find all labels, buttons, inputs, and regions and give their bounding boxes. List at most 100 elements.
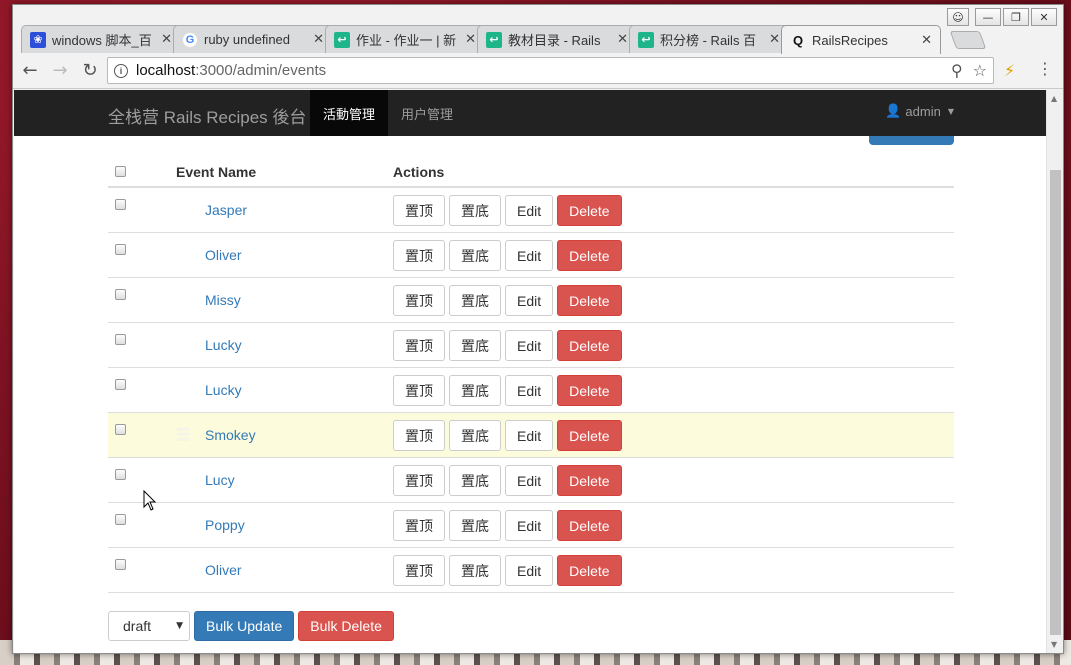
drag-handle-icon[interactable]: ☰	[176, 380, 190, 399]
close-icon[interactable]: ✕	[921, 33, 932, 48]
drag-handle-icon[interactable]: ☰	[176, 560, 190, 579]
event-name-link[interactable]: Smokey	[205, 427, 256, 443]
drag-handle-icon[interactable]: ☰	[176, 245, 190, 264]
event-name-link[interactable]: Oliver	[205, 247, 242, 263]
edit-button[interactable]: Edit	[505, 285, 554, 316]
delete-button[interactable]: Delete	[557, 555, 622, 586]
reload-icon[interactable]: ↻	[77, 58, 103, 84]
drag-handle-icon[interactable]: ☰	[176, 470, 190, 489]
brand-link[interactable]: 全栈营 Rails Recipes 後台	[108, 103, 306, 128]
move-bottom-button[interactable]: 置底	[449, 465, 501, 496]
delete-button[interactable]: Delete	[557, 240, 622, 271]
extension-icon[interactable]: ⚡	[1004, 61, 1015, 80]
move-top-button[interactable]: 置顶	[393, 465, 445, 496]
row-checkbox[interactable]	[115, 289, 126, 300]
row-checkbox[interactable]	[115, 559, 126, 570]
delete-button[interactable]: Delete	[557, 330, 622, 361]
nav-item-users[interactable]: 用户管理	[388, 90, 466, 136]
close-icon[interactable]: ✕	[769, 32, 780, 47]
move-top-button[interactable]: 置顶	[393, 285, 445, 316]
move-bottom-button[interactable]: 置底	[449, 330, 501, 361]
close-window-icon[interactable]: ✕	[1031, 8, 1057, 26]
edit-button[interactable]: Edit	[505, 555, 554, 586]
row-checkbox[interactable]	[115, 424, 126, 435]
scrollbar[interactable]: ▲ ▼	[1046, 90, 1063, 653]
user-dropdown[interactable]: 👤 admin ▼	[885, 104, 954, 119]
menu-icon[interactable]: ⋮	[1037, 59, 1053, 78]
event-name-link[interactable]: Poppy	[205, 517, 245, 533]
delete-button[interactable]: Delete	[557, 465, 622, 496]
move-bottom-button[interactable]: 置底	[449, 420, 501, 451]
move-top-button[interactable]: 置顶	[393, 330, 445, 361]
event-name-link[interactable]: Lucy	[205, 472, 235, 488]
move-top-button[interactable]: 置顶	[393, 510, 445, 541]
row-checkbox[interactable]	[115, 514, 126, 525]
edit-button[interactable]: Edit	[505, 465, 554, 496]
move-bottom-button[interactable]: 置底	[449, 195, 501, 226]
select-all-checkbox[interactable]	[115, 166, 126, 177]
drag-handle-icon[interactable]: ☰	[176, 515, 190, 534]
new-event-button-partial[interactable]	[869, 136, 954, 145]
edit-button[interactable]: Edit	[505, 240, 554, 271]
move-top-button[interactable]: 置顶	[393, 420, 445, 451]
zoom-icon[interactable]: ⚲	[951, 61, 963, 80]
move-top-button[interactable]: 置顶	[393, 195, 445, 226]
row-checkbox[interactable]	[115, 244, 126, 255]
move-bottom-button[interactable]: 置底	[449, 375, 501, 406]
row-checkbox[interactable]	[115, 199, 126, 210]
drag-handle-icon[interactable]: ☰	[176, 290, 190, 309]
bulk-delete-button[interactable]: Bulk Delete	[298, 611, 394, 641]
minimize-icon[interactable]: —	[975, 8, 1001, 26]
edit-button[interactable]: Edit	[505, 330, 554, 361]
event-name-link[interactable]: Missy	[205, 292, 241, 308]
row-checkbox[interactable]	[115, 379, 126, 390]
edit-button[interactable]: Edit	[505, 375, 554, 406]
close-icon[interactable]: ✕	[617, 32, 628, 47]
row-checkbox[interactable]	[115, 469, 126, 480]
delete-button[interactable]: Delete	[557, 420, 622, 451]
delete-button[interactable]: Delete	[557, 510, 622, 541]
edit-button[interactable]: Edit	[505, 510, 554, 541]
event-name-link[interactable]: Lucky	[205, 382, 242, 398]
edit-button[interactable]: Edit	[505, 420, 554, 451]
event-name-link[interactable]: Lucky	[205, 337, 242, 353]
browser-tab[interactable]: ↩ 积分榜 - Rails 百 ✕	[629, 25, 789, 53]
event-name-link[interactable]: Oliver	[205, 562, 242, 578]
drag-handle-icon[interactable]: ☰	[176, 200, 190, 219]
nav-item-events[interactable]: 活動管理	[310, 90, 389, 136]
move-top-button[interactable]: 置顶	[393, 240, 445, 271]
move-bottom-button[interactable]: 置底	[449, 555, 501, 586]
info-icon[interactable]: i	[114, 63, 128, 78]
forward-icon[interactable]: →	[47, 58, 73, 84]
scroll-up-icon[interactable]: ▲	[1051, 94, 1057, 103]
close-icon[interactable]: ✕	[465, 32, 476, 47]
close-icon[interactable]: ✕	[161, 32, 172, 47]
event-name-link[interactable]: Jasper	[205, 202, 247, 218]
delete-button[interactable]: Delete	[557, 195, 622, 226]
browser-tab[interactable]: G ruby undefined ✕	[173, 25, 333, 53]
delete-button[interactable]: Delete	[557, 285, 622, 316]
address-bar[interactable]: i localhost:3000/admin/events ⚲ ☆	[107, 57, 994, 84]
back-icon[interactable]: ←	[17, 58, 43, 84]
browser-tab-active[interactable]: Q RailsRecipes ✕	[781, 25, 941, 54]
browser-tab[interactable]: ↩ 教材目录 - Rails ✕	[477, 25, 637, 53]
new-tab-button[interactable]	[949, 31, 987, 49]
scroll-down-icon[interactable]: ▼	[1051, 640, 1057, 649]
close-icon[interactable]: ✕	[313, 32, 324, 47]
edit-button[interactable]: Edit	[505, 195, 554, 226]
bookmark-star-icon[interactable]: ☆	[973, 61, 987, 80]
move-bottom-button[interactable]: 置底	[449, 510, 501, 541]
drag-handle-icon[interactable]: ☰	[176, 425, 190, 444]
drag-handle-icon[interactable]: ☰	[176, 335, 190, 354]
status-select[interactable]: draft ▼	[108, 611, 190, 641]
move-top-button[interactable]: 置顶	[393, 555, 445, 586]
browser-tab[interactable]: ❀ windows 脚本_百 ✕	[21, 25, 181, 53]
move-bottom-button[interactable]: 置底	[449, 285, 501, 316]
browser-tab[interactable]: ↩ 作业 - 作业一 | 新 ✕	[325, 25, 485, 53]
scroll-thumb[interactable]	[1050, 170, 1061, 635]
row-checkbox[interactable]	[115, 334, 126, 345]
delete-button[interactable]: Delete	[557, 375, 622, 406]
maximize-icon[interactable]: ❐	[1003, 8, 1029, 26]
bulk-update-button[interactable]: Bulk Update	[194, 611, 295, 641]
move-bottom-button[interactable]: 置底	[449, 240, 501, 271]
